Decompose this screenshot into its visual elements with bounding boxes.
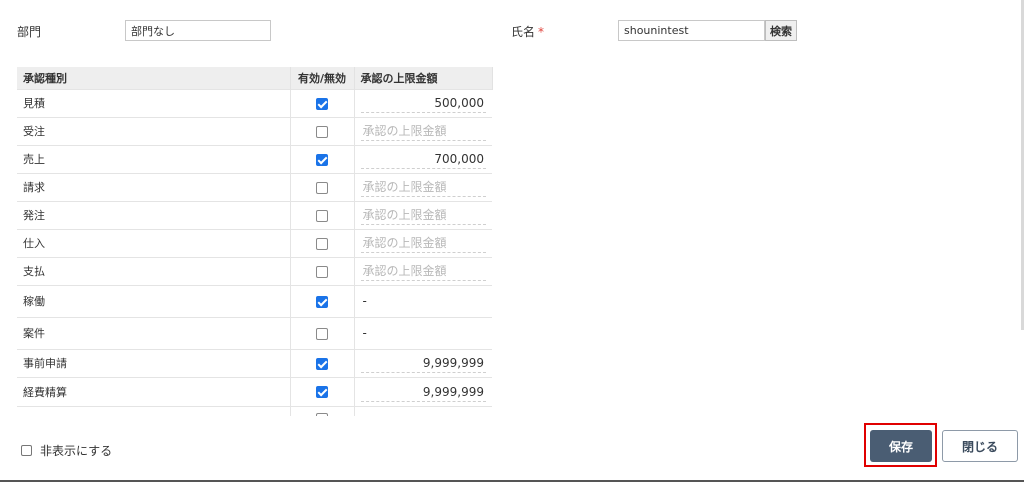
hide-checkbox[interactable] [21, 445, 32, 456]
department-label: 部門 [17, 25, 42, 39]
amount-cell: 承認の上限金額 [354, 228, 492, 257]
enabled-cell [290, 405, 355, 416]
enabled-checkbox[interactable] [316, 181, 328, 194]
approval-table-scroll[interactable]: 承認種別 有効/無効 承認の上限金額 見積 500,000 受注 承認の上限金額 売上 7… [17, 67, 493, 416]
approval-type-cell: 事前申請 [17, 348, 291, 377]
amount-input[interactable]: 承認の上限金額 [360, 205, 486, 225]
table-header-row: 承認種別 有効/無効 承認の上限金額 [17, 67, 493, 89]
amount-cell: 承認の上限金額 [354, 172, 492, 201]
amount-cell: 700,000 [354, 144, 492, 173]
hide-label: 非表示にする [40, 444, 113, 458]
approval-type-cell: 発注 [17, 200, 291, 229]
name-label-text: 氏名 [511, 25, 536, 39]
table-row: 事前申請 9,999,999 [17, 348, 492, 377]
enabled-checkbox[interactable] [316, 357, 328, 370]
amount-not-applicable: - [362, 326, 367, 340]
enabled-cell [290, 284, 355, 317]
enabled-checkbox[interactable] [316, 412, 328, 416]
amount-input[interactable]: 9,999,999 [360, 382, 486, 402]
enabled-checkbox[interactable] [316, 295, 328, 308]
header-approval-type: 承認種別 [17, 67, 291, 89]
approval-type-cell: 支払 [17, 256, 291, 285]
approval-type-cell: 受注 [17, 116, 291, 145]
name-label: 氏名 * [511, 23, 544, 40]
approval-type-cell: 売上 [17, 144, 291, 173]
header-enabled: 有効/無効 [290, 67, 355, 89]
enabled-checkbox[interactable] [316, 209, 328, 222]
enabled-cell [290, 116, 355, 145]
amount-cell: 承認の上限金額 [354, 116, 492, 145]
approval-type-cell: 見積 [17, 88, 291, 117]
enabled-cell [290, 144, 355, 173]
table-row [17, 405, 492, 416]
enabled-cell [290, 172, 355, 201]
amount-cell: 承認の上限金額 [354, 256, 492, 285]
approval-type-cell: 案件 [17, 316, 291, 349]
table-row: 見積 500,000 [17, 88, 492, 117]
enabled-checkbox[interactable] [316, 327, 328, 340]
amount-input[interactable]: 承認の上限金額 [360, 177, 486, 197]
amount-cell [354, 405, 492, 416]
search-button[interactable]: 検索 [765, 20, 797, 41]
approval-table: 承認種別 有効/無効 承認の上限金額 見積 500,000 受注 承認の上限金額 売上 7… [17, 67, 493, 416]
amount-cell: 500,000 [354, 88, 492, 117]
amount-cell: 9,999,999 [354, 348, 492, 377]
enabled-checkbox[interactable] [316, 386, 328, 398]
amount-cell: 承認の上限金額 [354, 200, 492, 229]
amount-cell: 9,999,999 [354, 376, 492, 406]
department-field[interactable] [125, 20, 271, 41]
table-row: 発注 承認の上限金額 [17, 200, 492, 229]
table-row: 稼働 - [17, 284, 492, 317]
approval-settings-page: 部門 氏名* 検索 承認種別 有効/無効 承認の上限金額 見積 500,000 受注… [0, 0, 1024, 482]
table-row: 売上 700,000 [17, 144, 492, 173]
enabled-checkbox[interactable] [316, 265, 328, 278]
name-field[interactable] [618, 20, 765, 41]
enabled-cell [290, 316, 355, 349]
amount-cell: - [354, 284, 492, 317]
amount-input[interactable]: 700,000 [360, 149, 486, 169]
amount-not-applicable: - [362, 294, 367, 308]
table-row: 請求 承認の上限金額 [17, 172, 492, 201]
table-row: 経費精算 9,999,999 [17, 376, 492, 406]
table-row: 仕入 承認の上限金額 [17, 228, 492, 257]
amount-input[interactable]: 承認の上限金額 [360, 261, 486, 281]
enabled-checkbox[interactable] [316, 237, 328, 250]
enabled-cell [290, 376, 355, 406]
table-row: 案件 - [17, 316, 492, 349]
approval-type-cell [17, 405, 291, 416]
approval-type-cell: 請求 [17, 172, 291, 201]
approval-type-cell: 仕入 [17, 228, 291, 257]
amount-input[interactable]: 承認の上限金額 [360, 121, 486, 141]
amount-input[interactable]: 500,000 [360, 93, 486, 113]
approval-type-cell: 経費精算 [17, 376, 291, 406]
amount-input[interactable]: 承認の上限金額 [360, 233, 486, 253]
approval-type-cell: 稼働 [17, 284, 291, 317]
save-button[interactable]: 保存 [870, 430, 932, 462]
enabled-cell [290, 348, 355, 377]
enabled-cell [290, 200, 355, 229]
hide-option[interactable]: 非表示にする [21, 442, 112, 459]
enabled-cell [290, 256, 355, 285]
amount-input[interactable]: 9,999,999 [360, 353, 486, 373]
enabled-checkbox[interactable] [316, 153, 328, 166]
enabled-cell [290, 88, 355, 117]
table-row: 受注 承認の上限金額 [17, 116, 492, 145]
required-mark: * [538, 25, 545, 39]
header-amount-limit: 承認の上限金額 [354, 67, 493, 89]
enabled-cell [290, 228, 355, 257]
close-button[interactable]: 閉じる [942, 430, 1018, 462]
enabled-checkbox[interactable] [316, 125, 328, 138]
table-row: 支払 承認の上限金額 [17, 256, 492, 285]
amount-cell: - [354, 316, 492, 349]
enabled-checkbox[interactable] [316, 97, 328, 110]
